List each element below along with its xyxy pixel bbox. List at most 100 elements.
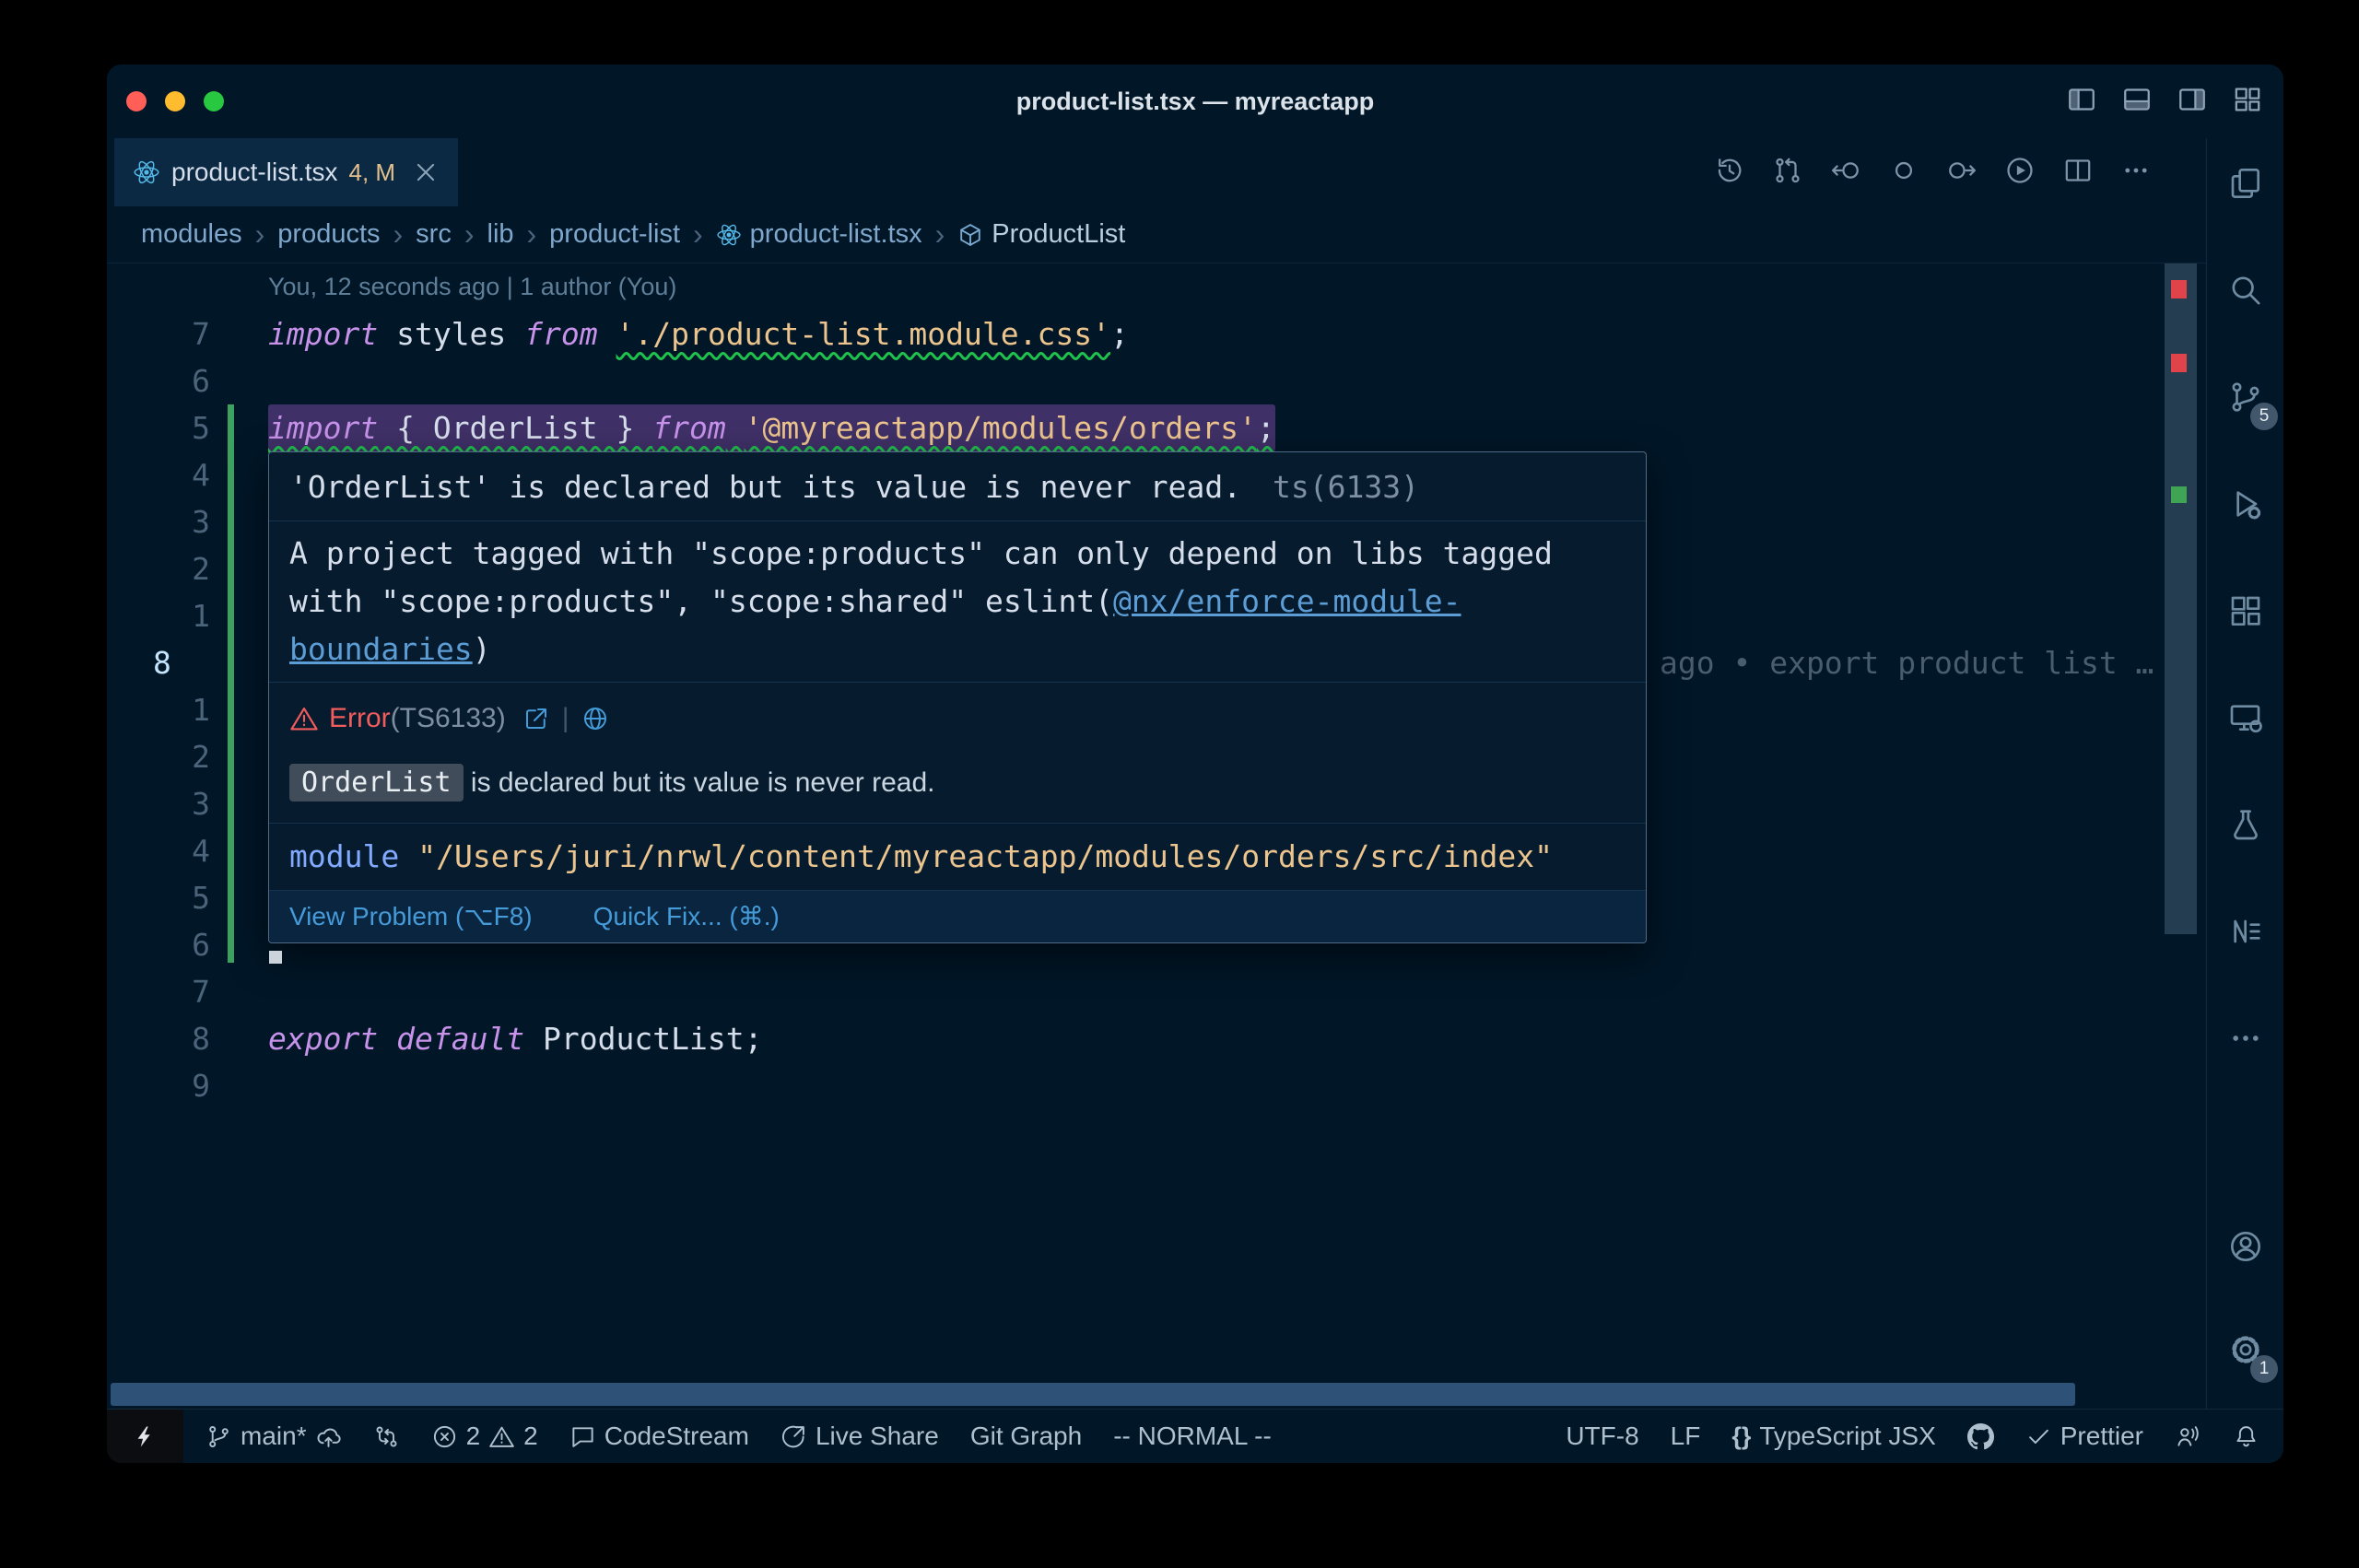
run-circle-icon (2004, 155, 2036, 186)
tab-bar: product-list.tsx 4, M (107, 138, 2206, 206)
breadcrumb-label: ProductList (992, 219, 1125, 250)
activity-item-accounts[interactable] (2207, 1213, 2283, 1280)
activity-item-extensions[interactable] (2207, 578, 2283, 644)
window-title: product-list.tsx — myreactapp (107, 64, 2283, 138)
status-item-problems[interactable]: 22 (431, 1422, 538, 1451)
activity-item-source-control[interactable]: 5 (2207, 364, 2283, 430)
status-item-notifications[interactable] (2233, 1423, 2259, 1450)
line-number: 4 (107, 451, 268, 498)
activity-item-run-debug[interactable] (2207, 471, 2283, 537)
breadcrumb-label: modules (141, 219, 242, 250)
editor-line[interactable]: 7 (107, 968, 2206, 1015)
status-label: LF (1671, 1422, 1701, 1451)
breadcrumb-item-product-list-tsx[interactable]: product-list.tsx (716, 219, 922, 250)
gitlens-annotations-button[interactable] (1888, 155, 1919, 191)
previous-change-button[interactable] (1830, 155, 1861, 191)
status-item-feedback[interactable] (2175, 1423, 2201, 1450)
more-actions-button[interactable] (2120, 155, 2152, 191)
breadcrumb-item-src[interactable]: src (416, 219, 452, 250)
split-editor-button[interactable] (2062, 155, 2094, 191)
editor-line[interactable]: 8export default ProductList; (107, 1015, 2206, 1062)
timeline-button[interactable] (1714, 155, 1745, 191)
breadcrumb-item-productlist[interactable]: ProductList (957, 219, 1125, 250)
quick-fix-action[interactable]: Quick Fix... (⌘.) (593, 901, 780, 932)
layout-panel-icon (2121, 84, 2153, 115)
status-item-prettier[interactable]: Prettier (2025, 1422, 2143, 1451)
toggle-primary-sidebar-button[interactable] (2066, 84, 2097, 120)
line-number: 7 (107, 968, 268, 1015)
activity-item-search[interactable] (2207, 257, 2283, 323)
line-number: 1 (107, 686, 268, 733)
status-label: CodeStream (604, 1422, 749, 1451)
diagnostic-code: ts(6133) (1273, 469, 1419, 505)
status-label: 2 (466, 1422, 481, 1451)
react-icon (133, 158, 160, 186)
status-item-github[interactable] (1967, 1423, 1994, 1450)
status-item-vim-mode[interactable]: -- NORMAL -- (1113, 1422, 1272, 1451)
error-severity-icon (289, 704, 319, 733)
code-token (726, 410, 745, 446)
code-content: import styles from './product-list.modul… (268, 310, 1129, 357)
breadcrumb-label: products (277, 219, 380, 250)
external-link-icon[interactable] (522, 705, 550, 732)
status-item-codestream[interactable]: CodeStream (569, 1422, 749, 1451)
cloud-upload-icon (315, 1423, 342, 1450)
more-icon (2227, 1020, 2264, 1057)
severity-label: Error (329, 703, 391, 734)
hover-diagnostic-primary: 'OrderList' is declared but its value is… (269, 452, 1646, 521)
hover-module-line: module"/Users/juri/nrwl/content/myreacta… (269, 824, 1646, 891)
editor-line[interactable]: 7import styles from './product-list.modu… (107, 310, 2206, 357)
editor[interactable]: You, 12 seconds ago | 1 author (You)7imp… (107, 263, 2206, 1409)
hover-resize-handle[interactable] (269, 951, 282, 964)
status-label: TypeScript JSX (1759, 1422, 1935, 1451)
editor-line[interactable]: 5import { OrderList } from '@myreactapp/… (107, 404, 2206, 451)
customize-layout-button[interactable] (2232, 84, 2263, 120)
status-item-git-graph[interactable]: Git Graph (970, 1422, 1082, 1451)
module-keyword: module (289, 838, 399, 874)
status-item-live-share[interactable]: Live Share (780, 1422, 939, 1451)
run-file-button[interactable] (2004, 155, 2036, 191)
breadcrumb-item-lib[interactable]: lib (487, 219, 514, 250)
status-item-eol[interactable]: LF (1671, 1422, 1701, 1451)
code-token: default (396, 1021, 524, 1057)
activity-item-remote-explorer[interactable] (2207, 685, 2283, 751)
status-item-language[interactable]: {} TypeScript JSX (1731, 1422, 1935, 1451)
next-change-button[interactable] (1946, 155, 1978, 191)
status-item-compare[interactable] (373, 1423, 400, 1450)
editor-line[interactable]: 6 (107, 357, 2206, 404)
toggle-panel-button[interactable] (2121, 84, 2153, 120)
code-token: ; (1257, 410, 1275, 446)
activity-item-nx-console[interactable] (2207, 898, 2283, 965)
line-number: 2 (107, 545, 268, 592)
activity-bar-top: 5 (2207, 138, 2283, 1071)
line-number: 8 (107, 1015, 268, 1062)
editor-line[interactable]: You, 12 seconds ago | 1 author (You) (107, 263, 2206, 310)
activity-item-settings[interactable]: 1 (2207, 1316, 2283, 1383)
activity-item-more-views[interactable] (2207, 1005, 2283, 1071)
compare-changes-button[interactable] (1772, 155, 1803, 191)
horizontal-scrollbar[interactable] (111, 1383, 2075, 1406)
close-icon[interactable] (412, 158, 440, 186)
activity-bar: 5 1 (2206, 138, 2283, 1409)
braces-icon: {} (1731, 1422, 1751, 1451)
code-token: from (524, 316, 597, 352)
tab-product-list[interactable]: product-list.tsx 4, M (114, 138, 458, 206)
activity-item-testing[interactable] (2207, 791, 2283, 858)
remote-indicator[interactable] (107, 1410, 183, 1463)
overview-ruler-error-mark (2171, 280, 2187, 298)
status-item-branch[interactable]: main* (205, 1422, 342, 1451)
breadcrumb-item-products[interactable]: products (277, 219, 380, 250)
status-item-encoding[interactable]: UTF-8 (1566, 1422, 1638, 1451)
globe-icon[interactable] (581, 705, 609, 732)
view-problem-action[interactable]: View Problem (⌥F8) (289, 901, 533, 932)
breadcrumb-item-product-list[interactable]: product-list (549, 219, 680, 250)
hover-diagnostic-eslint: A project tagged with "scope:products" c… (269, 521, 1646, 683)
extensions-icon (2227, 592, 2264, 629)
editor-line[interactable]: 9 (107, 1062, 2206, 1109)
codelens[interactable]: You, 12 seconds ago | 1 author (You) (268, 263, 676, 310)
line-number: 3 (107, 498, 268, 545)
breadcrumb-item-modules[interactable]: modules (141, 219, 242, 250)
toggle-secondary-sidebar-button[interactable] (2177, 84, 2208, 120)
activity-item-explorer[interactable] (2207, 150, 2283, 216)
breadcrumb-label: src (416, 219, 452, 250)
